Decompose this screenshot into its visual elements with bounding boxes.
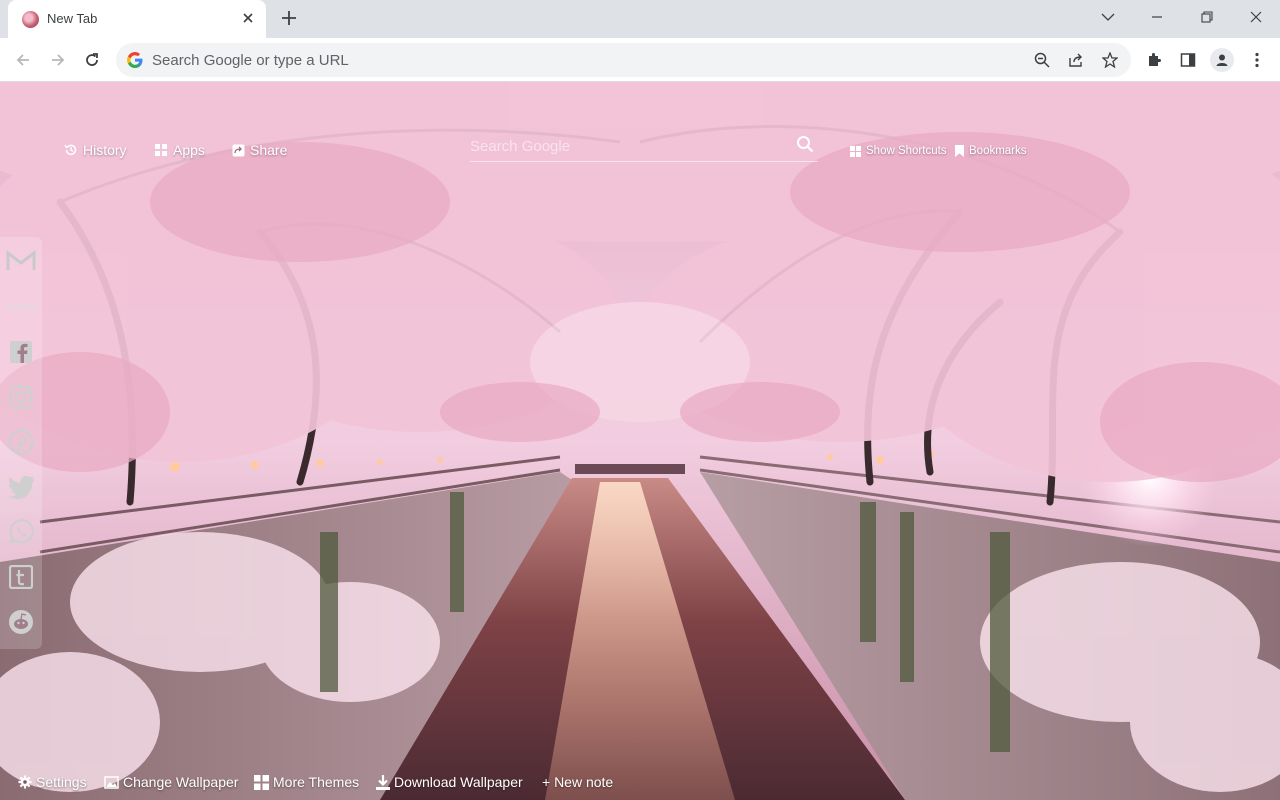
- download-wallpaper-link[interactable]: Download Wallpaper: [376, 774, 523, 790]
- apps-link[interactable]: Apps: [154, 142, 205, 158]
- show-shortcuts-label: Show Shortcuts: [866, 145, 947, 157]
- bookmarks-label: Bookmarks: [969, 145, 1027, 157]
- show-shortcuts-link[interactable]: Show Shortcuts: [850, 145, 947, 157]
- restore-icon[interactable]: [1195, 6, 1219, 28]
- close-window-icon[interactable]: [1244, 6, 1268, 28]
- page-search-box: [470, 130, 818, 162]
- side-panel-icon[interactable]: [1176, 48, 1200, 72]
- history-label: History: [83, 142, 127, 158]
- share-square-icon: [232, 144, 245, 156]
- minimize-icon[interactable]: [1145, 6, 1169, 28]
- profile-avatar-icon[interactable]: [1210, 48, 1234, 72]
- more-themes-link[interactable]: More Themes: [254, 774, 359, 790]
- cherry-blossom-wallpaper: [0, 82, 1280, 800]
- forward-icon[interactable]: [45, 47, 71, 73]
- tumblr-icon[interactable]: [6, 562, 36, 592]
- settings-label: Settings: [36, 774, 87, 790]
- change-wallpaper-label: Change Wallpaper: [123, 774, 239, 790]
- gear-icon: [18, 775, 32, 789]
- instagram-icon[interactable]: [6, 382, 36, 412]
- omnibox[interactable]: Search Google or type a URL: [116, 43, 1131, 77]
- bookmark-icon: [955, 145, 964, 157]
- menu-kebab-icon[interactable]: [1245, 48, 1269, 72]
- share-icon[interactable]: [1066, 50, 1086, 70]
- share-link[interactable]: Share: [232, 142, 287, 158]
- share-label: Share: [250, 142, 288, 158]
- apps-grid-icon: [155, 144, 167, 156]
- new-tab-page: History Apps Share Show Shortcuts Bookma…: [0, 82, 1280, 800]
- social-sidebar: YouTube: [0, 237, 42, 649]
- new-note-label: + New note: [542, 774, 614, 790]
- tab-search-icon[interactable]: [1096, 6, 1120, 28]
- reload-icon[interactable]: [79, 47, 105, 73]
- youtube-logo-text: YouTube: [6, 303, 36, 312]
- tab-favicon-icon: [22, 11, 39, 28]
- apps-label: Apps: [173, 142, 205, 158]
- youtube-icon[interactable]: YouTube: [6, 292, 36, 322]
- extensions-icon[interactable]: [1142, 48, 1166, 72]
- facebook-icon[interactable]: [6, 337, 36, 367]
- bookmarks-link[interactable]: Bookmarks: [955, 145, 1027, 157]
- image-icon: [104, 775, 119, 789]
- themes-grid-icon: [254, 774, 269, 790]
- tab-strip: New Tab: [0, 0, 1280, 38]
- shortcuts-grid-icon: [850, 145, 861, 157]
- new-tab-button[interactable]: [278, 7, 300, 29]
- twitter-icon[interactable]: [6, 472, 36, 502]
- more-themes-label: More Themes: [273, 774, 360, 790]
- settings-link[interactable]: Settings: [18, 774, 87, 790]
- history-link[interactable]: History: [64, 142, 127, 158]
- whatsapp-icon[interactable]: [6, 517, 36, 547]
- zoom-icon[interactable]: [1032, 50, 1052, 70]
- change-wallpaper-link[interactable]: Change Wallpaper: [104, 774, 238, 790]
- history-icon: [64, 144, 77, 156]
- tab-new-tab[interactable]: New Tab: [8, 0, 266, 38]
- download-icon: [376, 774, 390, 790]
- page-search-input[interactable]: [470, 135, 770, 157]
- bookmark-star-icon[interactable]: [1100, 50, 1120, 70]
- browser-toolbar: Search Google or type a URL: [0, 38, 1280, 82]
- pinterest-icon[interactable]: [6, 427, 36, 457]
- gmail-icon[interactable]: [6, 246, 36, 276]
- tab-title: New Tab: [47, 11, 98, 26]
- search-icon[interactable]: [794, 133, 816, 155]
- download-wallpaper-label: Download Wallpaper: [394, 774, 523, 790]
- reddit-icon[interactable]: [6, 607, 36, 637]
- omnibox-placeholder: Search Google or type a URL: [152, 52, 349, 69]
- new-note-button[interactable]: + New note: [542, 774, 613, 790]
- back-icon[interactable]: [10, 47, 36, 73]
- google-g-icon: [127, 52, 143, 68]
- bottom-bar: Settings Change Wallpaper More Themes Do…: [0, 766, 1280, 800]
- tab-close-icon[interactable]: [238, 8, 258, 28]
